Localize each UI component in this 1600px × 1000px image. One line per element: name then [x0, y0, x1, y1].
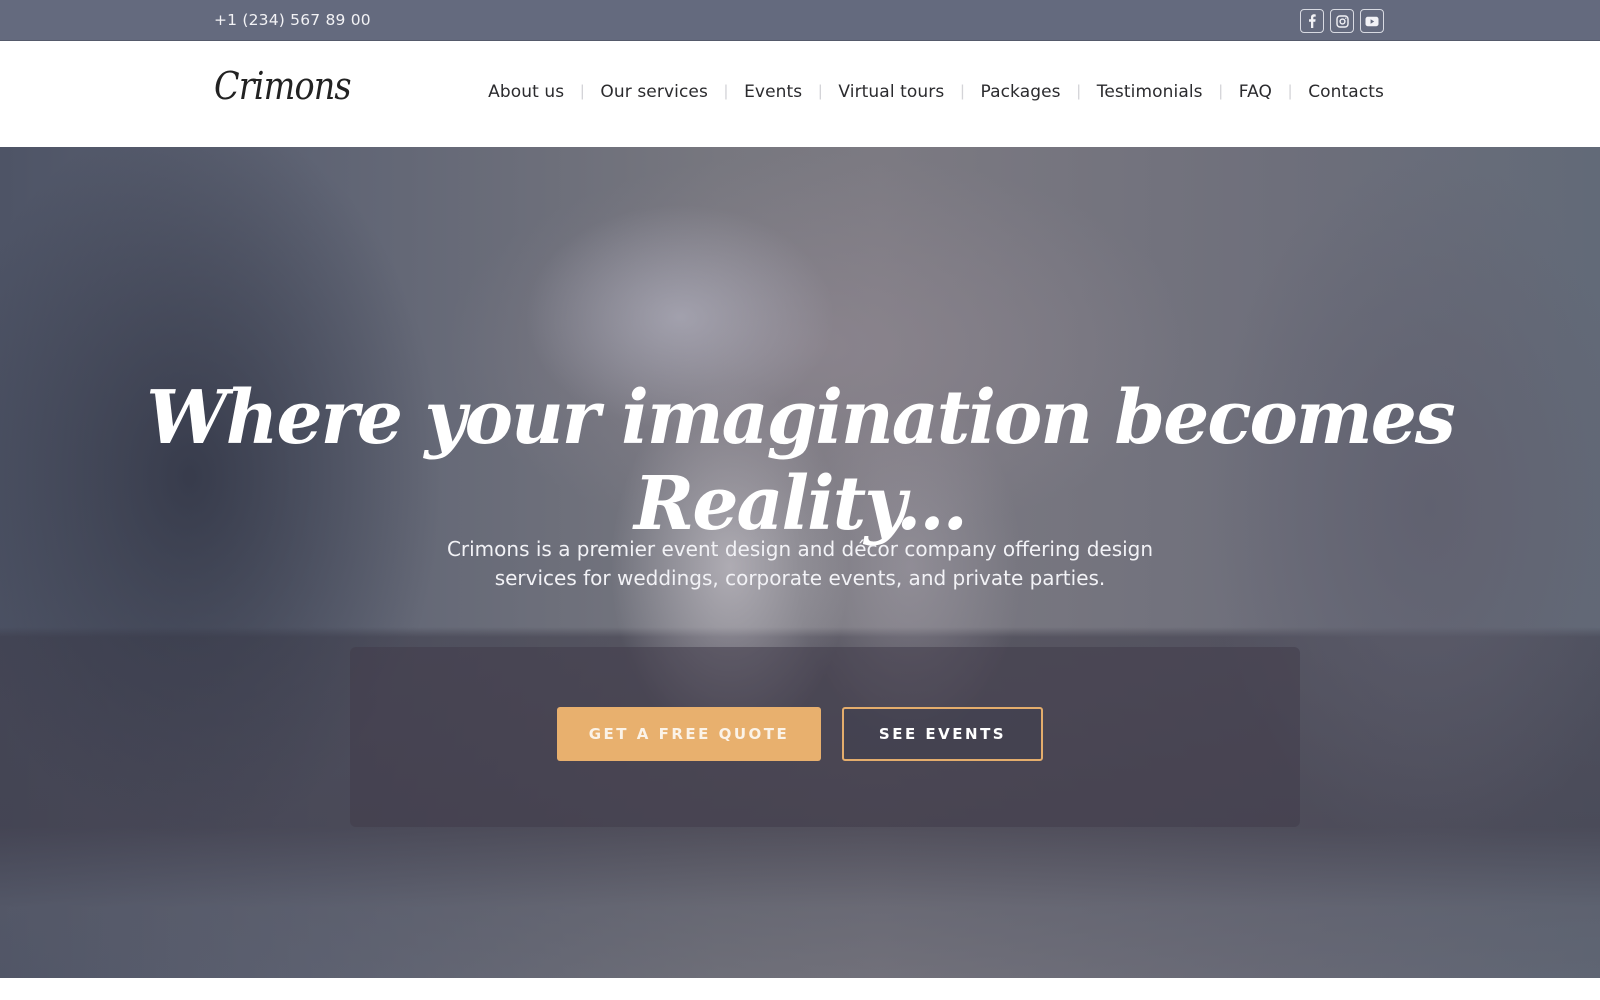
see-events-button[interactable]: SEE EVENTS — [842, 707, 1043, 761]
nav-packages[interactable]: Packages — [981, 82, 1061, 102]
site-header: Crimons About us | Our services | Events… — [0, 42, 1600, 147]
nav-faq[interactable]: FAQ — [1239, 82, 1272, 102]
nav-separator: | — [1218, 83, 1223, 100]
hero-description: Crimons is a premier event design and dé… — [446, 537, 1154, 590]
nav-separator: | — [1076, 83, 1081, 100]
nav-separator: | — [818, 83, 823, 100]
nav-separator: | — [723, 83, 729, 100]
page-below-hero — [0, 978, 1600, 1000]
get-free-quote-button[interactable]: GET A FREE QUOTE — [557, 707, 821, 761]
nav-separator: | — [960, 83, 965, 100]
nav-separator: | — [580, 83, 585, 100]
hero-background-photo — [350, 647, 1300, 827]
social-links — [1300, 9, 1384, 33]
instagram-link[interactable] — [1330, 9, 1354, 33]
youtube-icon — [1365, 16, 1379, 26]
facebook-icon — [1309, 14, 1316, 28]
top-bar: +1 (234) 567 89 00 — [0, 0, 1600, 41]
hero-title: Where your imagination becomes Reality..… — [146, 375, 1455, 547]
nav-our-services[interactable]: Our services — [600, 82, 708, 102]
nav-testimonials[interactable]: Testimonials — [1097, 82, 1203, 102]
logo[interactable]: Crimons — [214, 64, 352, 108]
nav-contacts[interactable]: Contacts — [1308, 82, 1384, 102]
facebook-link[interactable] — [1300, 9, 1324, 33]
phone-number[interactable]: +1 (234) 567 89 00 — [214, 11, 371, 29]
nav-virtual-tours[interactable]: Virtual tours — [838, 82, 944, 102]
main-nav: About us | Our services | Events | Virtu… — [488, 82, 1384, 102]
nav-separator: | — [1288, 83, 1293, 100]
nav-about-us[interactable]: About us — [488, 82, 564, 102]
nav-events[interactable]: Events — [744, 82, 802, 102]
instagram-icon — [1335, 14, 1349, 28]
youtube-link[interactable] — [1360, 9, 1384, 33]
hero-section: Where your imagination becomes Reality..… — [0, 147, 1600, 978]
